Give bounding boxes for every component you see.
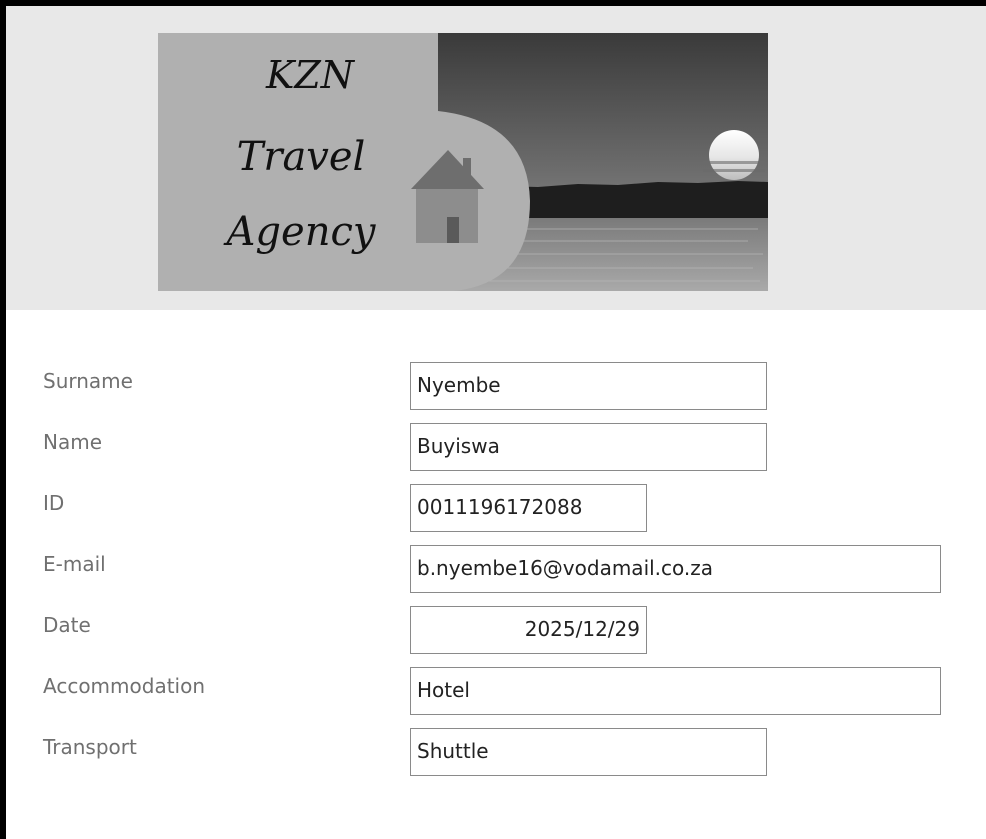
logo: KZN Travel Agency — [158, 33, 768, 291]
svg-text:KZN: KZN — [265, 53, 356, 97]
accommodation-field[interactable]: Hotel — [410, 667, 941, 715]
surname-label: Surname — [43, 369, 133, 393]
id-label: ID — [43, 491, 65, 515]
svg-text:Travel: Travel — [237, 134, 366, 180]
name-field[interactable]: Buyiswa — [410, 423, 767, 471]
email-field[interactable]: b.nyembe16@vodamail.co.za — [410, 545, 941, 593]
accommodation-label: Accommodation — [43, 674, 206, 698]
date-field[interactable]: 2025/12/29 — [410, 606, 647, 654]
transport-field[interactable]: Shuttle — [410, 728, 767, 776]
email-label: E-mail — [43, 552, 106, 576]
date-label: Date — [43, 613, 91, 637]
surname-field[interactable]: Nyembe — [410, 362, 767, 410]
id-field[interactable]: 0011196172088 — [410, 484, 647, 532]
transport-label: Transport — [43, 735, 137, 759]
form-header: KZN Travel Agency — [6, 6, 986, 310]
name-label: Name — [43, 430, 103, 454]
svg-text:Agency: Agency — [223, 209, 377, 255]
